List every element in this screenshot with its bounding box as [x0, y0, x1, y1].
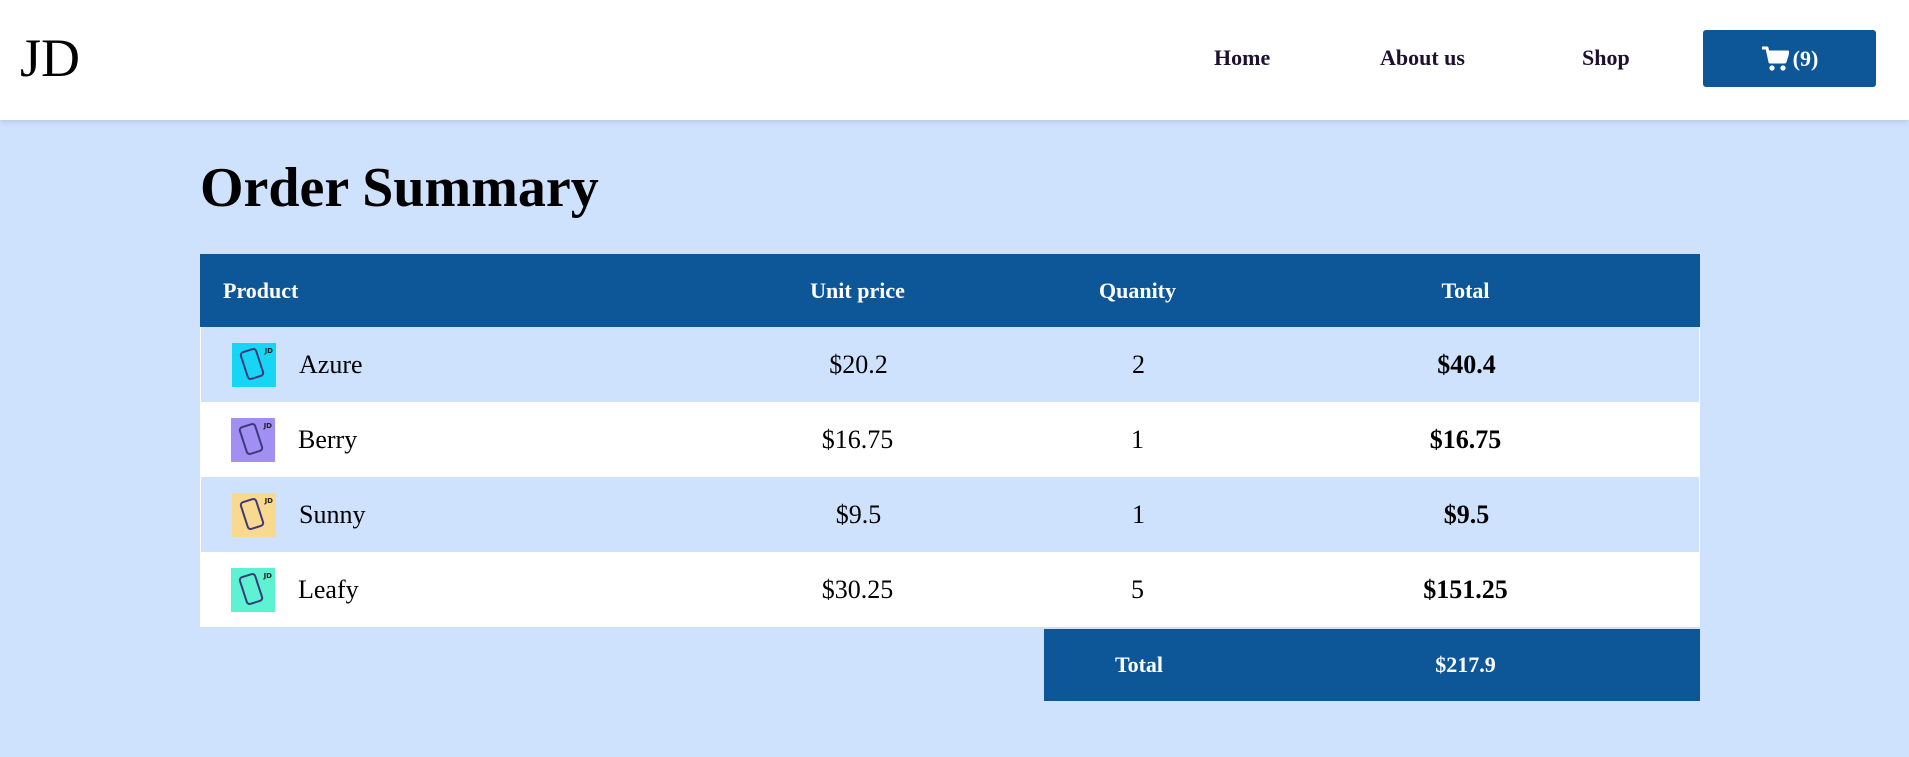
- cart-count: (9): [1792, 45, 1819, 71]
- product-cell: JD Leafy: [200, 552, 800, 627]
- quantity-cell: 1: [1131, 424, 1144, 454]
- header-product: Product: [223, 277, 299, 303]
- phone-case-sunny-icon[interactable]: JD: [232, 492, 276, 537]
- nav-shop-link[interactable]: Shop: [1582, 44, 1630, 72]
- row-total-cell: $16.75: [1429, 424, 1502, 454]
- table-row: JD Berry $16.75 1 $16.75: [200, 402, 1700, 477]
- unit-price-cell: $16.75: [821, 424, 894, 454]
- row-total-cell: $40.4: [1437, 349, 1496, 379]
- product-name[interactable]: Azure: [299, 350, 363, 380]
- table-header-row: Product Unit price Quanity Total: [200, 254, 1700, 327]
- phone-case-berry-icon[interactable]: JD: [231, 417, 275, 462]
- product-cell: JD Azure: [201, 327, 801, 402]
- product-cell: JD Sunny: [201, 477, 801, 552]
- quantity-cell: 2: [1132, 349, 1145, 379]
- order-total-value: $217.9: [1435, 652, 1496, 677]
- row-total-cell: $151.25: [1423, 574, 1508, 604]
- quantity-cell: 5: [1131, 574, 1144, 604]
- quantity-cell: 1: [1132, 499, 1145, 529]
- phone-case-leafy-icon[interactable]: JD: [231, 567, 275, 612]
- site-logo[interactable]: JD: [20, 28, 80, 88]
- table-row: JD Azure $20.2 2 $40.4: [200, 327, 1700, 402]
- nav-home-link[interactable]: Home: [1214, 44, 1270, 72]
- table-row: JD Leafy $30.25 5 $151.25: [200, 552, 1700, 627]
- header-unit-price: Unit price: [810, 277, 905, 303]
- order-summary-table: Product Unit price Quanity Total JD Azur…: [200, 254, 1700, 627]
- unit-price-cell: $9.5: [835, 499, 882, 529]
- header-quantity: Quanity: [1098, 277, 1177, 303]
- order-total-label: Total: [1114, 652, 1164, 677]
- order-total-row: Total $217.9: [1044, 629, 1700, 701]
- phone-case-azure-icon[interactable]: JD: [232, 342, 276, 387]
- cart-button[interactable]: (9): [1703, 30, 1876, 87]
- nav-about-link[interactable]: About us: [1380, 44, 1465, 72]
- product-name[interactable]: Berry: [298, 425, 357, 455]
- top-navbar: JD Home About us Shop (9): [0, 0, 1909, 120]
- table-row: JD Sunny $9.5 1 $9.5: [200, 477, 1700, 552]
- shopping-cart-icon: [1761, 46, 1789, 72]
- header-total: Total: [1441, 277, 1490, 303]
- product-name[interactable]: Sunny: [299, 500, 365, 530]
- row-total-cell: $9.5: [1443, 499, 1490, 529]
- product-name[interactable]: Leafy: [298, 575, 359, 605]
- product-cell: JD Berry: [200, 402, 800, 477]
- unit-price-cell: $30.25: [821, 574, 894, 604]
- unit-price-cell: $20.2: [829, 349, 888, 379]
- page-title: Order Summary: [200, 157, 599, 219]
